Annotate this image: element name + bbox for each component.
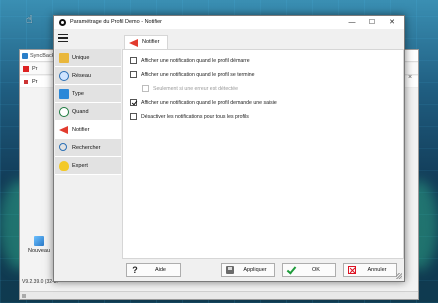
option-label: Afficher une notification quand le profi… (141, 58, 250, 64)
option-label: Afficher une notification quand le profi… (141, 100, 277, 106)
new-profile-icon (34, 236, 44, 246)
tab-label: Notifier (142, 39, 160, 45)
tab-notifier[interactable]: Notifier (124, 35, 168, 49)
type-icon (59, 89, 69, 99)
close-button[interactable]: ✕ (382, 16, 402, 29)
profile-settings-dialog: Paramétrage du Profil Demo - Notifier — … (53, 15, 405, 282)
sidebar-item-quand[interactable]: Quand (55, 103, 121, 121)
sidebar-item-label: Rechercher (72, 145, 101, 151)
notify-start-checkbox[interactable] (130, 57, 137, 64)
option-label: Désactiver les notifications pour tous l… (141, 114, 249, 120)
ok-button-label: OK (312, 267, 320, 273)
apply-button-label: Appliquer (243, 267, 267, 273)
cancel-button-label: Annuler (367, 267, 387, 273)
minimize-button[interactable]: — (342, 16, 362, 29)
megaphone-icon (129, 39, 138, 47)
dialog-titlebar[interactable]: Paramétrage du Profil Demo - Notifier — … (54, 16, 404, 29)
help-button[interactable]: ? Aide (126, 263, 181, 277)
notify-input-checkbox[interactable] (130, 99, 137, 106)
app-icon (22, 53, 28, 59)
background-toolbar-text: Pr (32, 66, 38, 72)
sidebar-item-rechercher[interactable]: Rechercher (55, 139, 121, 157)
sidebar-item-label: Notifier (72, 127, 90, 133)
status-icon (24, 80, 28, 84)
maximize-button[interactable]: ☐ (362, 16, 382, 29)
close-icon[interactable]: × (408, 74, 416, 82)
option-label: Afficher une notification quand le profi… (141, 72, 255, 78)
app-logo-icon (59, 19, 66, 26)
help-button-label: Aide (154, 267, 166, 273)
scroll-left-icon[interactable] (22, 294, 26, 298)
lightbulb-icon (59, 161, 69, 171)
megaphone-icon (59, 126, 68, 134)
sidebar-item-reseau[interactable]: Réseau (55, 67, 121, 85)
sidebar-item-expert[interactable]: Expert (55, 157, 121, 175)
settings-sidebar: Unique Réseau Type Quand Notifier Recher… (55, 49, 121, 175)
only-on-error-checkbox[interactable] (142, 85, 149, 92)
resize-grip[interactable] (396, 273, 402, 279)
cancel-button[interactable]: Annuler (343, 263, 397, 277)
apply-button[interactable]: Appliquer (221, 263, 275, 277)
new-profile-button[interactable]: Nouveau (24, 236, 54, 254)
notify-end-checkbox[interactable] (130, 71, 137, 78)
network-icon (59, 71, 69, 81)
sidebar-item-type[interactable]: Type (55, 85, 121, 103)
hamburger-menu-icon[interactable] (58, 34, 68, 42)
folder-icon (59, 53, 69, 63)
sidebar-item-label: Réseau (72, 73, 91, 79)
notifier-settings-panel: Afficher une notification quand le profi… (122, 49, 404, 259)
sidebar-item-label: Quand (72, 109, 89, 115)
new-profile-label: Nouveau (27, 248, 51, 254)
sidebar-item-label: Unique (72, 55, 90, 61)
sidebar-item-label: Expert (72, 163, 88, 169)
sidebar-item-unique[interactable]: Unique (55, 49, 121, 67)
clock-icon (59, 107, 69, 117)
horizontal-scrollbar[interactable] (20, 291, 418, 299)
dialog-title: Paramétrage du Profil Demo - Notifier (70, 19, 163, 25)
disable-all-checkbox[interactable] (130, 113, 137, 120)
search-icon (59, 143, 67, 151)
hand-cursor-icon: ☝ (26, 14, 33, 26)
sidebar-item-label: Type (72, 91, 84, 97)
option-label: Seulement si une erreur est détectée (153, 86, 239, 92)
ok-button[interactable]: OK (282, 263, 336, 277)
stop-icon[interactable] (23, 66, 29, 72)
sidebar-item-notifier[interactable]: Notifier (55, 121, 121, 139)
background-profile-text: Pr (32, 79, 38, 85)
background-window-title: SyncBack (30, 53, 55, 59)
